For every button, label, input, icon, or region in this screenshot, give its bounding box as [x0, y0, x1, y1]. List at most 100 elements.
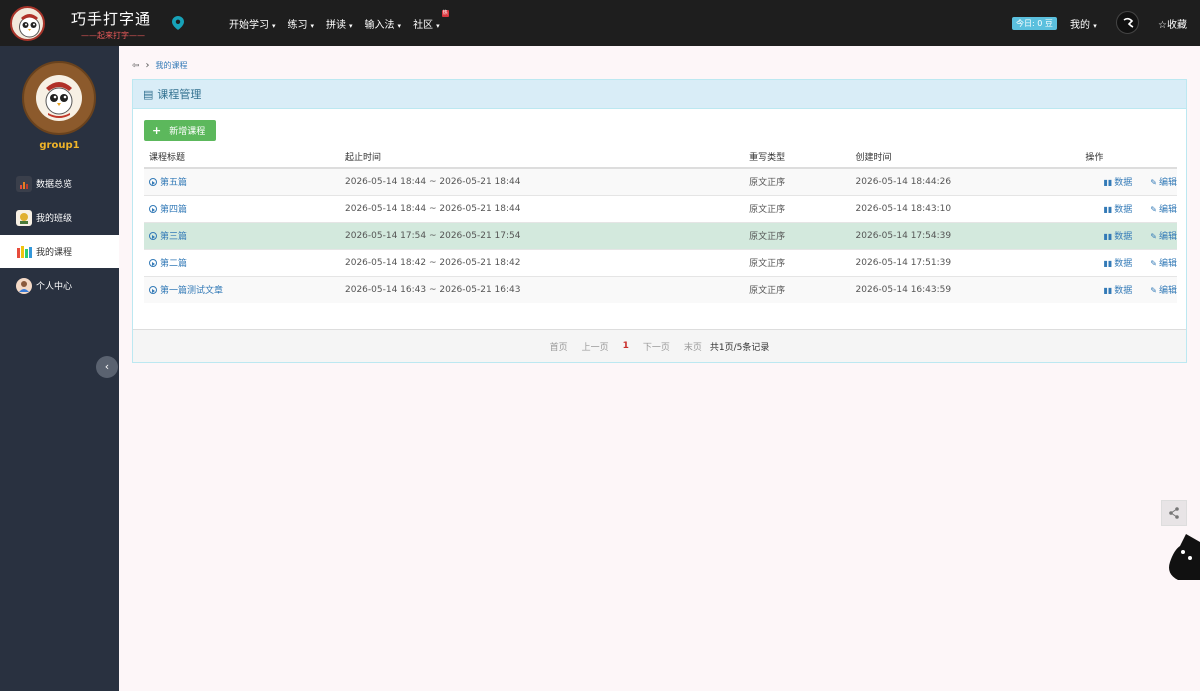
edit-button[interactable]: ✎ 编辑: [1150, 178, 1177, 188]
add-course-button[interactable]: + 新增课程: [144, 120, 216, 141]
black-cat-mascot-icon[interactable]: [1166, 534, 1200, 580]
edit-icon: ✎: [1150, 286, 1157, 296]
user-avatar[interactable]: [1116, 11, 1139, 34]
chevron-right-icon: ›: [145, 60, 150, 71]
column-header: 操作: [1080, 146, 1177, 169]
top-navbar: 巧手打字通 ——起来打字—— 开始学习 ▾ 练习 ▾ 拼读 ▾ 输入法 ▾ 社区 ▾ 热 今…: [0, 0, 1200, 46]
sidebar-item-label: 数据总览: [36, 180, 73, 190]
sidebar-item-my-course[interactable]: 我的课程: [0, 235, 119, 268]
data-button[interactable]: ▮▮ 数据: [1103, 232, 1132, 242]
pager-first[interactable]: 首页: [550, 340, 568, 353]
table-row: 第四篇 2026-05-14 18:44 ~ 2026-05-21 18:44 …: [144, 194, 1177, 222]
edit-button[interactable]: ✎ 编辑: [1150, 205, 1177, 215]
chevron-down-icon: ▾: [436, 22, 440, 30]
sidebar-item-label: 我的班级: [36, 214, 73, 224]
course-created: 2026-05-14 17:54:39: [850, 221, 1081, 249]
course-title: 第一篇测试文章: [160, 286, 224, 297]
play-circle-icon: [149, 232, 157, 240]
data-label: 数据: [1114, 232, 1133, 242]
chevron-down-icon: ▾: [349, 22, 353, 30]
course-title: 第四篇: [160, 205, 188, 215]
sidebar-item-personal-center[interactable]: 个人中心: [0, 269, 119, 302]
play-circle-icon: [149, 259, 157, 267]
course-icon: [16, 244, 32, 260]
course-period: 2026-05-14 18:44 ~ 2026-05-21 18:44: [340, 167, 745, 195]
mine-menu[interactable]: 我的 ▾: [1070, 16, 1097, 31]
course-type: 原文正序: [744, 275, 851, 303]
sidebar-item-my-class[interactable]: 我的班级: [0, 201, 119, 234]
bar-chart-icon: ▮▮: [1103, 259, 1113, 268]
pager-current[interactable]: 1: [623, 341, 629, 351]
course-title-link[interactable]: 第一篇测试文章: [149, 286, 223, 296]
nav-label: 输入法: [364, 20, 395, 31]
course-title-link[interactable]: 第五篇: [149, 178, 187, 188]
bar-chart-icon: ▮▮: [1103, 178, 1113, 188]
nav-community[interactable]: 社区 ▾ 热: [413, 10, 449, 31]
course-created: 2026-05-14 18:44:26: [850, 167, 1081, 195]
home-icon[interactable]: ⇦: [132, 61, 140, 71]
nav-input-method[interactable]: 输入法 ▾: [365, 16, 402, 31]
course-title-link[interactable]: 第四篇: [149, 205, 187, 215]
edit-label: 编辑: [1158, 178, 1177, 189]
data-button[interactable]: ▮▮ 数据: [1103, 259, 1132, 269]
column-header: 起止时间: [340, 146, 745, 169]
panel-header: ▤ 课程管理: [133, 80, 1186, 109]
column-header: 创建时间: [850, 146, 1081, 169]
location-pin-icon[interactable]: [172, 16, 184, 30]
pager-prev[interactable]: 上一页: [582, 340, 609, 353]
add-course-label: 新增课程: [169, 127, 206, 137]
plus-icon: +: [152, 124, 162, 137]
course-type: 原文正序: [744, 248, 851, 276]
owl-logo-icon[interactable]: [10, 6, 45, 41]
data-button[interactable]: ▮▮ 数据: [1103, 286, 1132, 296]
smart-hands-logo-icon: [22, 61, 96, 135]
edit-button[interactable]: ✎ 编辑: [1150, 259, 1177, 269]
table-row: 第二篇 2026-05-14 18:42 ~ 2026-05-21 18:42 …: [144, 248, 1177, 276]
course-created: 2026-05-14 16:43:59: [850, 275, 1081, 303]
pager-last[interactable]: 末页: [684, 340, 702, 353]
edit-label: 编辑: [1158, 286, 1177, 297]
edit-button[interactable]: ✎ 编辑: [1150, 286, 1177, 296]
brand[interactable]: 巧手打字通 ——起来打字——: [71, 8, 155, 41]
play-circle-icon: [149, 286, 157, 295]
breadcrumb-current[interactable]: 我的课程: [156, 60, 188, 71]
table-header-row: 课程标题 起止时间 重写类型 创建时间 操作: [144, 146, 1177, 169]
sidebar-item-label: 我的课程: [36, 248, 73, 258]
data-label: 数据: [1114, 286, 1133, 297]
hot-badge: 热: [441, 10, 449, 17]
course-title: 第二篇: [160, 259, 188, 269]
edit-icon: ✎: [1150, 205, 1157, 214]
sidebar-collapse-button[interactable]: ‹: [96, 356, 118, 378]
brand-title: 巧手打字通: [71, 10, 152, 28]
user-icon: [16, 277, 32, 294]
list-icon: ▤: [143, 87, 154, 101]
share-icon[interactable]: [1161, 500, 1187, 526]
sidebar-item-label: 个人中心: [36, 282, 73, 292]
play-circle-icon: [149, 178, 157, 187]
course-title-link[interactable]: 第二篇: [149, 259, 187, 269]
course-title: 第三篇: [160, 232, 188, 242]
course-type: 原文正序: [744, 167, 851, 195]
data-button[interactable]: ▮▮ 数据: [1103, 205, 1132, 215]
nav-start-learning[interactable]: 开始学习 ▾: [229, 16, 276, 31]
nav-pinyin-reading[interactable]: 拼读 ▾: [326, 16, 353, 31]
breadcrumb: ⇦ › 我的课程: [132, 58, 1186, 73]
data-button[interactable]: ▮▮ 数据: [1103, 178, 1132, 188]
column-header: 课程标题: [144, 146, 340, 169]
sidebar: group1 数据总览 我的班级 我的课程 个人中心 ‹: [0, 46, 119, 691]
nav-practice[interactable]: 练习 ▾: [288, 16, 315, 31]
course-title-link[interactable]: 第三篇: [149, 232, 187, 242]
favorite-link[interactable]: ☆收藏: [1158, 16, 1187, 31]
edit-icon: ✎: [1150, 232, 1157, 241]
sidebar-item-data-overview[interactable]: 数据总览: [0, 167, 119, 200]
edit-label: 编辑: [1158, 205, 1177, 215]
pager-next[interactable]: 下一页: [643, 340, 670, 353]
bar-chart-icon: ▮▮: [1103, 286, 1113, 296]
nav-label: 拼读: [326, 20, 347, 31]
today-beans-badge: 今日: 0 豆: [1012, 17, 1057, 30]
edit-icon: ✎: [1150, 178, 1157, 188]
bar-chart-icon: ▮▮: [1103, 205, 1113, 214]
mine-label: 我的: [1070, 20, 1090, 31]
edit-button[interactable]: ✎ 编辑: [1150, 232, 1177, 242]
edit-icon: ✎: [1150, 259, 1157, 268]
